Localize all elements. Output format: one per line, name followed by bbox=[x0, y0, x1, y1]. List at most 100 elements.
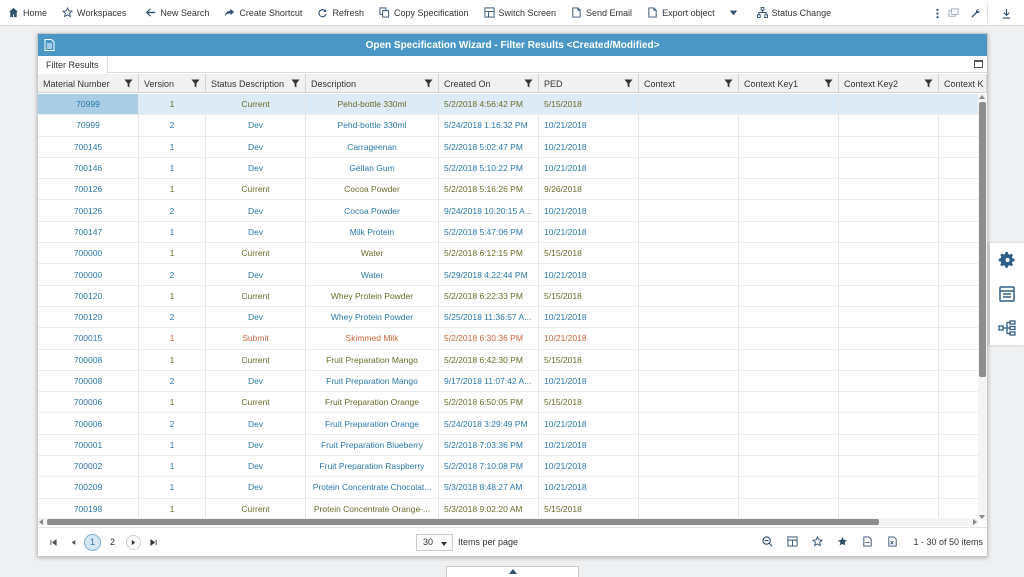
filter-icon[interactable] bbox=[524, 79, 533, 88]
horizontal-scroll-thumb[interactable] bbox=[47, 519, 879, 525]
cell-version: 1 bbox=[139, 349, 206, 370]
column-chooser-button[interactable] bbox=[785, 534, 799, 548]
cell-material: 700000 bbox=[38, 243, 139, 264]
cell-empty bbox=[739, 498, 839, 519]
scroll-down-arrow[interactable] bbox=[979, 515, 985, 519]
items-per-page-select[interactable]: 30 bbox=[416, 533, 453, 551]
table-row[interactable]: 700006 1 Current Fruit Preparation Orange 5/… bbox=[38, 392, 978, 414]
table-row[interactable]: 700145 1 Dev Carrageenan 5/2/2018 5:02:47 PM… bbox=[38, 136, 978, 158]
home-button[interactable]: Home bbox=[0, 0, 54, 26]
settings-button[interactable] bbox=[990, 243, 1024, 277]
windows-button[interactable] bbox=[945, 0, 961, 26]
filter-icon[interactable] bbox=[424, 79, 433, 88]
cell-empty bbox=[739, 136, 839, 157]
table-row[interactable]: 700146 1 Dev Gellan Gum 5/2/2018 5:10:22 PM 1… bbox=[38, 157, 978, 180]
vertical-scroll-thumb[interactable] bbox=[979, 102, 986, 377]
more-options-button[interactable] bbox=[929, 0, 945, 26]
column-header[interactable]: Description bbox=[306, 74, 439, 92]
table-row[interactable]: 700126 1 Current Cocoa Powder 5/2/2018 5:16:… bbox=[38, 179, 978, 201]
maximize-icon[interactable] bbox=[974, 60, 983, 68]
status-change-button[interactable]: Status Change bbox=[749, 0, 839, 26]
tab-filter-results[interactable]: Filter Results bbox=[38, 56, 108, 73]
switch-screen-button[interactable]: Switch Screen bbox=[476, 0, 564, 26]
column-header[interactable]: Context K bbox=[939, 74, 987, 92]
page-2-button[interactable]: 2 bbox=[104, 534, 121, 551]
tools-button[interactable] bbox=[967, 0, 983, 26]
star-plus-icon bbox=[837, 536, 847, 546]
zoom-out-button[interactable] bbox=[760, 534, 774, 548]
vertical-scrollbar[interactable] bbox=[978, 94, 987, 520]
column-header[interactable]: Material Number bbox=[38, 74, 139, 92]
first-page-button[interactable] bbox=[46, 535, 61, 550]
table-row[interactable]: 700120 2 Dev Whey Protein Powder 5/25/2018 1… bbox=[38, 306, 978, 329]
hierarchy-button[interactable] bbox=[990, 311, 1024, 345]
export-pdf-button[interactable] bbox=[860, 534, 874, 548]
cell-status: Dev bbox=[206, 200, 306, 221]
table-row[interactable]: 700000 1 Current Water 5/2/2018 6:12:15 PM 5/… bbox=[38, 243, 978, 265]
column-header[interactable]: Context bbox=[639, 74, 739, 92]
form-view-button[interactable] bbox=[990, 277, 1024, 311]
table-row[interactable]: 700147 1 Dev Milk Protein 5/2/2018 5:47:06 P… bbox=[38, 221, 978, 244]
table-row[interactable]: 700209 1 Dev Protein Concentrate Chocolat..… bbox=[38, 477, 978, 499]
table-row[interactable]: 700120 1 Current Whey Protein Powder 5/2/201… bbox=[38, 285, 978, 307]
table-row[interactable]: 70999 1 Current Pehd-bottle 330ml 5/2/2018 4… bbox=[38, 94, 978, 116]
download-button[interactable] bbox=[998, 0, 1014, 26]
cell-status: Current bbox=[206, 392, 306, 413]
last-page-button[interactable] bbox=[146, 535, 161, 550]
table-row[interactable]: 700008 2 Dev Fruit Preparation Mango 9/17/20… bbox=[38, 370, 978, 393]
previous-page-button[interactable] bbox=[66, 535, 81, 550]
cell-empty bbox=[839, 285, 939, 306]
table-row[interactable]: 700198 1 Current Protein Concentrate Orange… bbox=[38, 498, 978, 520]
column-header[interactable]: Created On bbox=[439, 74, 539, 92]
cell-empty bbox=[739, 328, 839, 349]
table-row[interactable]: 700001 1 Dev Fruit Preparation Blueberry 5/2… bbox=[38, 434, 978, 457]
column-header[interactable]: PED bbox=[539, 74, 639, 92]
column-header[interactable]: Version bbox=[139, 74, 206, 92]
windows-icon bbox=[947, 7, 959, 17]
shortcut-arrow-icon bbox=[224, 7, 235, 18]
horizontal-scrollbar[interactable] bbox=[38, 518, 978, 526]
next-page-button[interactable] bbox=[126, 534, 141, 550]
bottom-drawer-toggle[interactable] bbox=[446, 566, 579, 577]
scroll-up-arrow[interactable] bbox=[979, 95, 985, 99]
column-header[interactable]: Context Key2 bbox=[839, 74, 939, 92]
workspaces-button[interactable]: Workspaces bbox=[54, 0, 133, 26]
cell-ped: 10/21/2018 bbox=[539, 434, 639, 456]
export-excel-button[interactable] bbox=[885, 534, 899, 548]
send-email-button[interactable]: Send Email bbox=[563, 0, 639, 26]
filter-icon[interactable] bbox=[624, 79, 633, 88]
table-row[interactable]: 700002 1 Dev Fruit Preparation Raspberry 5/2… bbox=[38, 456, 978, 478]
cell-description: Fruit Preparation Blueberry bbox=[306, 434, 439, 456]
filter-icon[interactable] bbox=[924, 79, 933, 88]
cell-version: 1 bbox=[139, 285, 206, 306]
cell-description: Fruit Preparation Mango bbox=[306, 349, 439, 370]
table-row[interactable]: 700006 2 Dev Fruit Preparation Orange 5/24/2… bbox=[38, 413, 978, 435]
zoom-out-icon bbox=[761, 535, 772, 546]
table-row[interactable]: 70999 2 Dev Pehd-bottle 330ml 5/24/2018 1:16… bbox=[38, 115, 978, 137]
table-row[interactable]: 700126 2 Dev Cocoa Powder 9/24/2018 10:20:15… bbox=[38, 200, 978, 222]
new-search-button[interactable]: New Search bbox=[137, 0, 216, 26]
export-dropdown-button[interactable] bbox=[722, 0, 749, 26]
filter-icon[interactable] bbox=[124, 79, 133, 88]
create-shortcut-button[interactable]: Create Shortcut bbox=[216, 0, 309, 26]
filter-icon[interactable] bbox=[724, 79, 733, 88]
scroll-right-arrow[interactable] bbox=[973, 519, 977, 525]
column-header[interactable]: Status Description bbox=[206, 74, 306, 92]
table-row[interactable]: 700008 1 Current Fruit Preparation Mango 5/2… bbox=[38, 349, 978, 371]
page-1-button[interactable]: 1 bbox=[84, 533, 101, 551]
cell-status: Dev bbox=[206, 306, 306, 328]
column-header[interactable]: Context Key1 bbox=[739, 74, 839, 92]
copy-specification-button[interactable]: Copy Specification bbox=[371, 0, 476, 26]
cell-created: 5/2/2018 7:10:08 PM bbox=[439, 456, 539, 477]
cell-empty bbox=[939, 115, 978, 135]
favorite-button[interactable] bbox=[810, 534, 824, 548]
add-favorite-button[interactable] bbox=[835, 534, 849, 548]
filter-icon[interactable] bbox=[191, 79, 200, 88]
filter-icon[interactable] bbox=[824, 79, 833, 88]
refresh-button[interactable]: Refresh bbox=[309, 0, 371, 26]
table-row[interactable]: 700015 1 Submit Skimmed Milk 5/2/2018 6:30:3… bbox=[38, 328, 978, 350]
table-row[interactable]: 700000 2 Dev Water 5/29/2018 4:22:44 PM 10/21… bbox=[38, 264, 978, 286]
scroll-left-arrow[interactable] bbox=[39, 519, 43, 525]
export-object-button[interactable]: Export object bbox=[639, 0, 722, 26]
filter-icon[interactable] bbox=[291, 79, 300, 88]
